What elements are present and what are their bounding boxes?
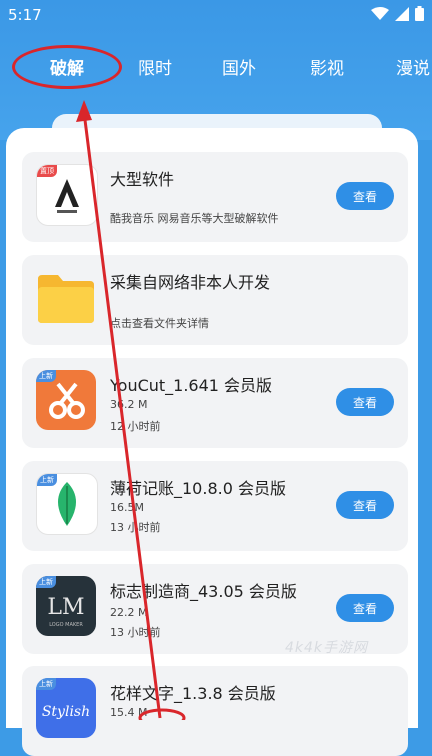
leaf-icon: 上新 <box>36 473 98 535</box>
item-size: 22.2 M <box>110 606 148 619</box>
item-title: 采集自网络非本人开发 <box>110 273 271 292</box>
list-item[interactable]: 置顶 大型软件 酷我音乐 网易音乐等大型破解软件 查看 <box>22 152 408 242</box>
tab-video[interactable]: 影视 <box>310 54 344 79</box>
wifi-icon <box>371 6 389 20</box>
battery-icon <box>415 6 424 21</box>
tag-badge: 上新 <box>36 370 56 382</box>
tab-limited[interactable]: 限时 <box>138 54 172 79</box>
tag-badge: 上新 <box>36 678 56 690</box>
status-icons <box>371 6 424 21</box>
tag-badge: 上新 <box>37 474 57 486</box>
watermark: 4k4k手游网 <box>285 640 369 656</box>
signal-icon <box>395 6 409 21</box>
item-size: 15.4 M <box>110 706 148 719</box>
status-bar: 5:17 <box>0 0 432 32</box>
item-desc: 点击查看文件夹详情 <box>110 317 209 330</box>
list-item[interactable]: 上新 YouCut_1.641 会员版 36.2 M 12 小时前 查看 <box>22 358 408 448</box>
item-title: 标志制造商_43.05 会员版 <box>110 582 297 601</box>
svg-text:Stylish: Stylish <box>42 704 90 720</box>
view-button[interactable]: 查看 <box>336 594 394 622</box>
tab-foreign[interactable]: 国外 <box>222 54 256 79</box>
a-logo-icon: 置顶 <box>36 164 98 226</box>
tab-comics[interactable]: 漫说 <box>396 54 430 79</box>
item-title: 花样文字_1.3.8 会员版 <box>110 684 276 703</box>
folder-icon <box>36 267 96 327</box>
item-time: 13 小时前 <box>110 626 161 639</box>
item-time: 13 小时前 <box>110 521 161 534</box>
item-desc: 酷我音乐 网易音乐等大型破解软件 <box>110 212 279 225</box>
tag-badge: 上新 <box>36 576 56 588</box>
list-item[interactable]: 上新 薄荷记账_10.8.0 会员版 16.5M 13 小时前 查看 <box>22 461 408 551</box>
stylish-icon: Stylish 上新 <box>36 678 96 738</box>
list-item[interactable]: 采集自网络非本人开发 点击查看文件夹详情 <box>22 255 408 345</box>
item-time: 12 小时前 <box>110 420 161 433</box>
svg-text:LM: LM <box>47 595 84 620</box>
view-button[interactable]: 查看 <box>336 182 394 210</box>
item-title: 薄荷记账_10.8.0 会员版 <box>110 479 286 498</box>
annotation-circle <box>12 45 122 89</box>
lm-logo-icon: LM LOGO MAKER 上新 <box>36 576 96 636</box>
list-item[interactable]: Stylish 上新 花样文字_1.3.8 会员版 15.4 M <box>22 666 408 756</box>
tag-badge: 置顶 <box>37 165 57 177</box>
item-size: 16.5M <box>110 501 144 514</box>
item-title: YouCut_1.641 会员版 <box>110 376 273 395</box>
scissors-icon: 上新 <box>36 370 96 430</box>
view-button[interactable]: 查看 <box>336 388 394 416</box>
item-size: 36.2 M <box>110 398 148 411</box>
svg-text:LOGO MAKER: LOGO MAKER <box>49 622 83 628</box>
item-title: 大型软件 <box>110 170 175 189</box>
status-time: 5:17 <box>8 6 42 24</box>
view-button[interactable]: 查看 <box>336 491 394 519</box>
